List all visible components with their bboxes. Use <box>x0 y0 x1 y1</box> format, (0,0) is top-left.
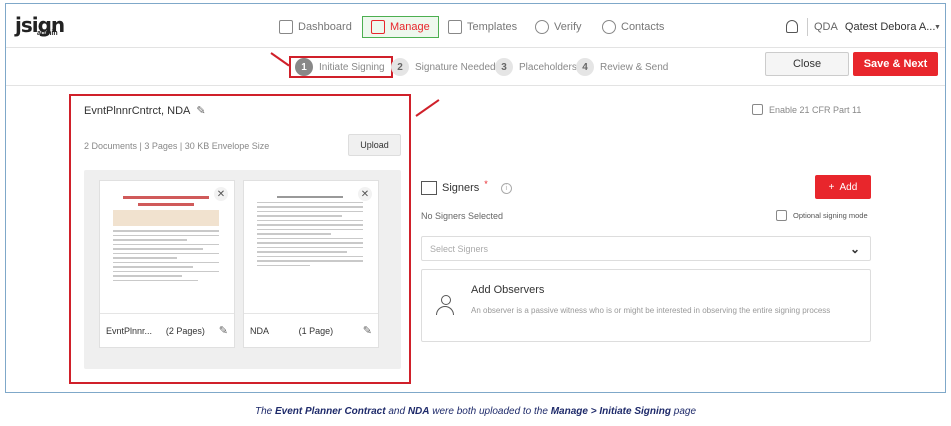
document-card[interactable]: ✕ NDA (1 Page) ✎ <box>243 180 379 348</box>
document-footer: EvntPlnnr... (2 Pages) ✎ <box>100 313 234 347</box>
user-name: Qatest Debora A... <box>844 21 936 33</box>
no-signers-text: No Signers Selected <box>421 211 504 221</box>
user-menu[interactable]: QDA Qatest Debora A... <box>814 21 935 33</box>
add-signer-button[interactable]: + Add <box>815 175 871 199</box>
document-thumbnail <box>254 189 366 307</box>
document-card[interactable]: ✕ EvntPlnnr... (2 Pages) ✎ <box>99 180 235 348</box>
pencil-icon[interactable]: ✎ <box>219 324 228 337</box>
envelope-name[interactable]: EvntPlnnrCntrct, NDA ✎ <box>84 104 206 118</box>
chevron-down-icon: ⌄ <box>849 242 860 256</box>
observers-title: Add Observers <box>471 284 545 296</box>
info-icon[interactable]: i <box>500 182 512 194</box>
dashboard-icon <box>279 20 293 34</box>
select-signers-dropdown[interactable]: Select Signers ⌄ <box>421 236 871 261</box>
document-icon <box>371 20 385 34</box>
save-next-button[interactable]: Save & Next <box>853 52 938 76</box>
close-button[interactable]: Close <box>765 52 849 76</box>
step-review-send[interactable]: 4 Review & Send <box>576 56 668 78</box>
step-placeholders[interactable]: 3 Placeholders <box>495 56 577 78</box>
document-grid: ✕ EvntPlnnr... (2 Pages) ✎ ✕ NDA (1 Page… <box>84 170 401 369</box>
observers-description: An observer is a passive witness who is … <box>471 306 831 315</box>
steps-bar: 1 Initiate Signing 2 Signature Needed 3 … <box>6 48 945 86</box>
step-signature-needed[interactable]: 2 Signature Needed <box>391 56 496 78</box>
top-navigation: jsign admin Dashboard Manage Templates V… <box>6 4 945 48</box>
envelope-panel: EvntPlnnrCntrct, NDA ✎ 2 Documents | 3 P… <box>69 94 411 384</box>
close-icon[interactable]: ✕ <box>214 187 228 201</box>
step-initiate-signing[interactable]: 1 Initiate Signing <box>289 56 393 78</box>
user-initials: QDA <box>814 21 838 33</box>
document-footer: NDA (1 Page) ✎ <box>244 313 378 347</box>
caret-down-icon[interactable]: ▼ <box>934 24 941 31</box>
signers-header: Signers * i <box>421 179 512 195</box>
nav-templates[interactable]: Templates <box>448 16 517 38</box>
pencil-icon[interactable]: ✎ <box>196 104 205 117</box>
signature-icon <box>421 181 437 195</box>
logo-subtitle: admin <box>37 30 58 37</box>
annotation-arrow <box>415 99 440 117</box>
close-icon[interactable]: ✕ <box>358 187 372 201</box>
bell-icon[interactable] <box>786 20 798 33</box>
contacts-icon <box>602 20 616 34</box>
verify-icon <box>535 20 549 34</box>
checkbox[interactable] <box>752 104 763 115</box>
pencil-icon[interactable]: ✎ <box>363 324 372 337</box>
template-icon <box>448 20 462 34</box>
envelope-summary: 2 Documents | 3 Pages | 30 KB Envelope S… <box>84 141 270 151</box>
nav-manage[interactable]: Manage <box>362 16 439 38</box>
checkbox[interactable] <box>776 210 787 221</box>
add-observers-card[interactable]: Add Observers An observer is a passive w… <box>421 269 871 342</box>
cfr-toggle[interactable]: Enable 21 CFR Part 11 <box>752 104 861 115</box>
optional-signing-toggle[interactable]: Optional signing mode <box>776 210 868 221</box>
upload-button[interactable]: Upload <box>348 134 401 156</box>
app-window: jsign admin Dashboard Manage Templates V… <box>5 3 946 393</box>
observer-icon <box>436 295 456 317</box>
divider <box>807 18 808 36</box>
nav-dashboard[interactable]: Dashboard <box>279 16 352 38</box>
caption: The Event Planner Contract and NDA were … <box>254 406 697 417</box>
document-thumbnail <box>110 189 222 307</box>
nav-contacts[interactable]: Contacts <box>602 16 664 38</box>
plus-icon: + <box>828 181 835 193</box>
nav-verify[interactable]: Verify <box>535 16 582 38</box>
